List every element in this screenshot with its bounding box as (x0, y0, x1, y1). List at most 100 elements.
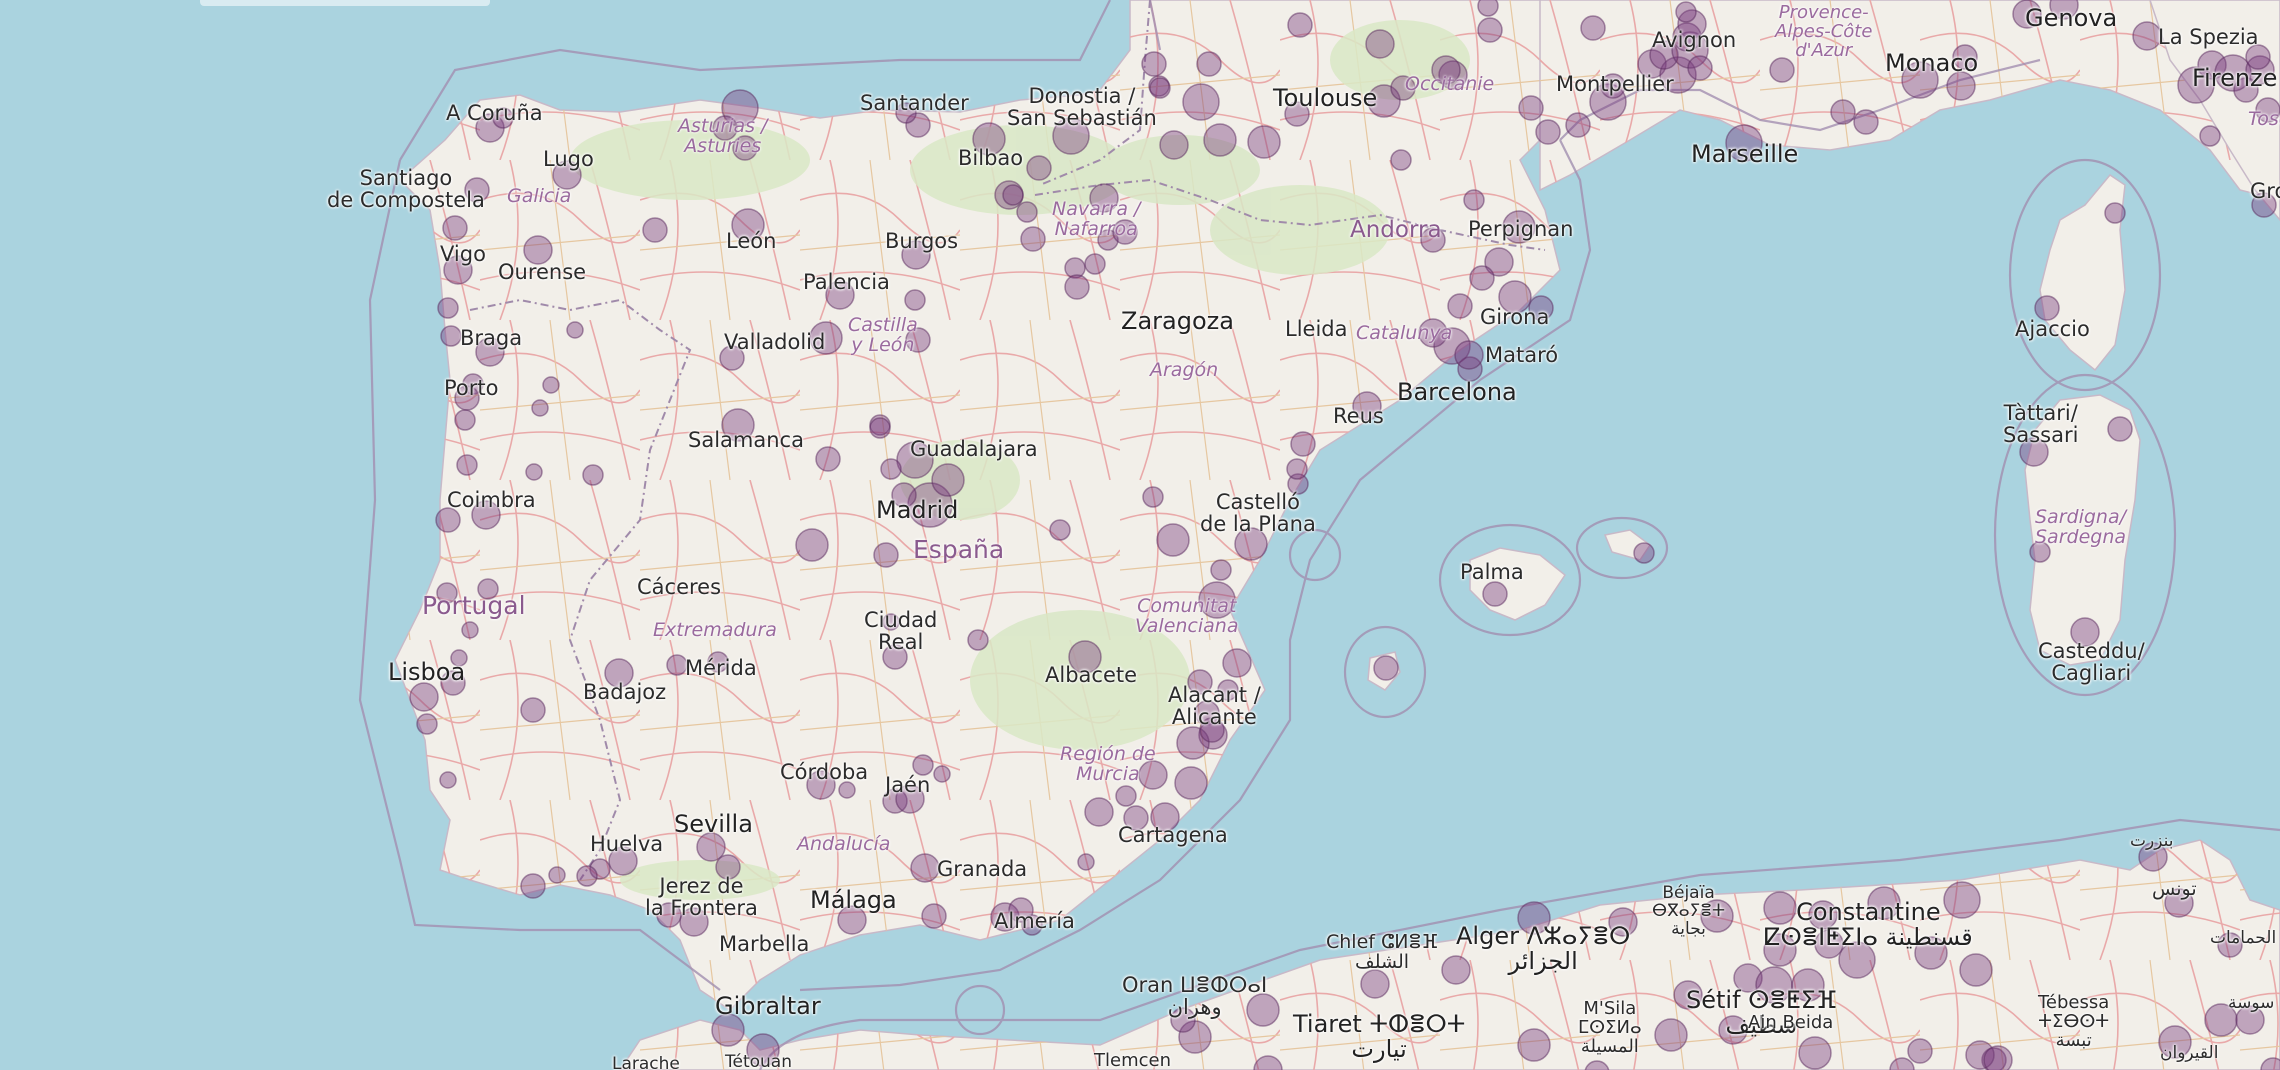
data-marker[interactable] (1182, 83, 1220, 121)
data-marker[interactable] (1084, 253, 1106, 275)
data-marker[interactable] (1535, 119, 1561, 145)
data-marker[interactable] (1983, 1045, 2013, 1070)
data-marker[interactable] (1477, 0, 1499, 17)
data-marker[interactable] (933, 765, 951, 783)
data-marker[interactable] (442, 215, 468, 241)
data-marker[interactable] (1016, 201, 1038, 223)
data-marker[interactable] (815, 446, 841, 472)
country-label-spain: España (913, 535, 1005, 564)
data-marker[interactable] (1654, 1018, 1688, 1052)
data-marker[interactable] (1373, 655, 1399, 681)
data-marker[interactable] (1141, 51, 1167, 77)
data-marker[interactable] (910, 853, 940, 883)
data-marker[interactable] (456, 454, 478, 476)
data-marker[interactable] (1959, 953, 1993, 987)
region-label: Aragón (1150, 359, 1219, 381)
data-marker[interactable] (1026, 155, 1052, 181)
data-marker[interactable] (1203, 123, 1237, 157)
data-marker[interactable] (1156, 523, 1190, 557)
data-marker[interactable] (1142, 486, 1164, 508)
city-label: Monaco (1885, 49, 1979, 77)
data-marker[interactable] (416, 713, 438, 735)
data-marker[interactable] (1196, 51, 1222, 77)
data-marker[interactable] (1360, 969, 1390, 999)
data-marker[interactable] (525, 463, 543, 481)
data-marker[interactable] (2107, 416, 2133, 442)
data-marker[interactable] (2104, 202, 2126, 224)
data-marker[interactable] (921, 903, 947, 929)
city-label: Montpellier (1556, 72, 1674, 96)
data-marker[interactable] (1830, 99, 1856, 125)
data-marker[interactable] (931, 463, 965, 497)
data-marker[interactable] (454, 409, 476, 431)
city-label: Valladolid (724, 330, 826, 354)
data-marker[interactable] (912, 754, 934, 776)
data-marker[interactable] (1287, 12, 1313, 38)
city-label: Vigo (440, 242, 486, 266)
data-marker[interactable] (1769, 57, 1795, 83)
data-marker[interactable] (576, 865, 598, 887)
data-marker[interactable] (1518, 95, 1544, 121)
data-marker[interactable] (642, 217, 668, 243)
data-marker[interactable] (904, 289, 926, 311)
data-marker[interactable] (880, 458, 902, 480)
data-marker[interactable] (1174, 766, 1208, 800)
data-marker[interactable] (1853, 109, 1879, 135)
data-marker[interactable] (548, 866, 566, 884)
data-marker[interactable] (795, 528, 829, 562)
data-marker[interactable] (461, 621, 479, 639)
data-marker[interactable] (1064, 274, 1090, 300)
data-marker[interactable] (1159, 130, 1189, 160)
data-marker[interactable] (1020, 226, 1046, 252)
data-marker[interactable] (1469, 265, 1495, 291)
city-label: Gross (2250, 179, 2280, 203)
data-marker[interactable] (1463, 189, 1485, 211)
data-marker[interactable] (520, 873, 546, 899)
data-marker[interactable] (1002, 184, 1024, 206)
data-marker[interactable] (566, 321, 584, 339)
data-marker[interactable] (666, 654, 688, 676)
data-marker[interactable] (1482, 581, 1508, 607)
data-marker[interactable] (838, 781, 856, 799)
data-marker[interactable] (1517, 1028, 1551, 1062)
data-marker[interactable] (1077, 853, 1095, 871)
data-marker[interactable] (1687, 55, 1713, 81)
data-marker[interactable] (1907, 1038, 1933, 1064)
data-marker[interactable] (1675, 1, 1697, 23)
data-marker[interactable] (1390, 149, 1412, 171)
data-marker[interactable] (1365, 29, 1395, 59)
data-marker[interactable] (1633, 542, 1655, 564)
data-marker[interactable] (1580, 15, 1606, 41)
data-marker[interactable] (1115, 785, 1137, 807)
city-label: Chlef ⵛⵍⴻⴼ الشلف (1326, 931, 1439, 973)
data-marker[interactable] (1049, 519, 1071, 541)
data-marker[interactable] (520, 697, 546, 723)
data-marker[interactable] (439, 771, 457, 789)
data-marker[interactable] (869, 417, 891, 439)
data-marker[interactable] (1247, 125, 1281, 159)
data-marker[interactable] (1798, 1036, 1832, 1070)
data-marker[interactable] (437, 297, 459, 319)
data-marker[interactable] (967, 629, 989, 651)
data-marker[interactable] (1477, 17, 1503, 43)
map-canvas[interactable]: España Portugal Andorra Galicia Asturias… (0, 0, 2280, 1070)
data-marker[interactable] (1210, 559, 1232, 581)
data-marker[interactable] (2132, 21, 2162, 51)
data-marker[interactable] (1454, 340, 1484, 370)
data-marker[interactable] (1084, 797, 1114, 827)
city-label: Guadalajara (910, 437, 1038, 461)
data-marker[interactable] (873, 542, 899, 568)
region-label: Galicia (507, 185, 572, 207)
city-label: Castelló de la Plana (1200, 490, 1316, 537)
data-marker[interactable] (582, 464, 604, 486)
data-marker[interactable] (531, 399, 549, 417)
data-marker[interactable] (440, 325, 462, 347)
data-marker[interactable] (1222, 648, 1252, 678)
data-marker[interactable] (1565, 112, 1591, 138)
data-marker[interactable] (2199, 125, 2221, 147)
data-marker[interactable] (542, 376, 560, 394)
data-marker[interactable] (1286, 458, 1308, 480)
data-marker[interactable] (1290, 431, 1316, 457)
data-marker[interactable] (1447, 293, 1473, 319)
data-marker[interactable] (409, 682, 439, 712)
